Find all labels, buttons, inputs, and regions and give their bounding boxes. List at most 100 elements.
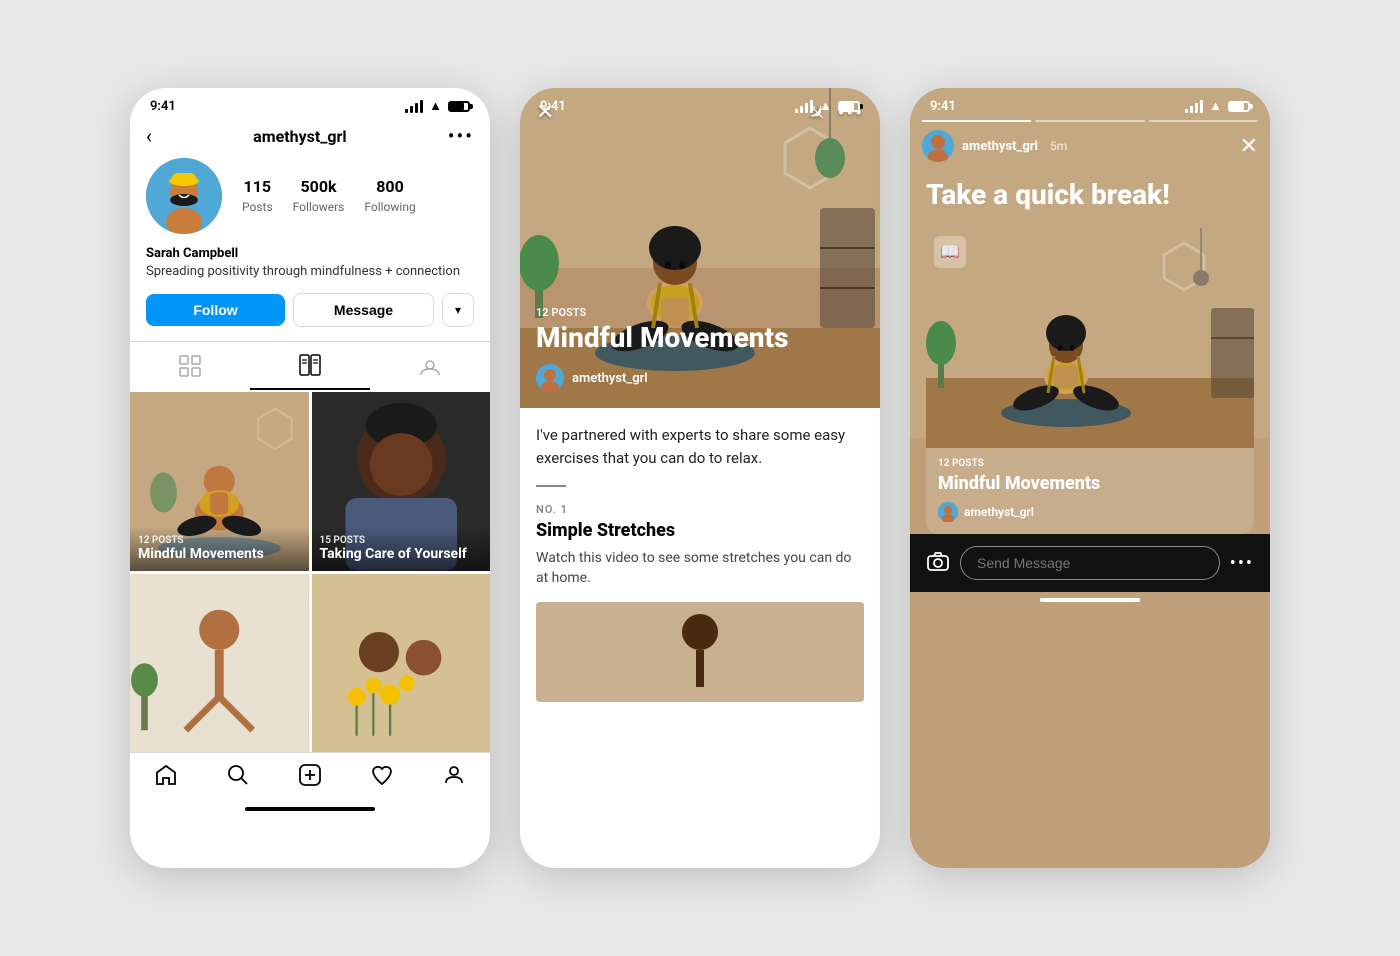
following-count: 800 (364, 177, 415, 196)
guide-hero-username: amethyst_grl (572, 371, 648, 386)
story-close-button[interactable]: ✕ (1240, 134, 1258, 159)
tab-tagged[interactable] (370, 342, 490, 390)
grid-item-4[interactable] (312, 574, 491, 753)
story-more-button[interactable]: ••• (1230, 553, 1254, 574)
phone-profile: 9:41 ▲ ‹ amethyst_grl ••• (130, 88, 490, 868)
story-card-avatar (938, 502, 958, 522)
camera-button[interactable] (926, 549, 950, 578)
action-buttons: Follow Message ▾ (130, 293, 490, 341)
profile-grid: 12 POSTS Mindful Movements (130, 392, 490, 752)
story-main: Take a quick break! (910, 178, 1270, 534)
status-bar-2: 9:41 ▲ (520, 88, 880, 120)
status-icons-1: ▲ (405, 98, 470, 114)
status-icons-2: ▲ (795, 98, 860, 114)
guide-hero-bg: 9:41 ▲ (520, 88, 880, 408)
back-button[interactable]: ‹ (146, 124, 152, 148)
stat-followers: 500k Followers (293, 177, 345, 215)
story-username: amethyst_grl (962, 139, 1038, 154)
following-label: Following (364, 200, 415, 214)
story-card-username: amethyst_grl (964, 505, 1034, 519)
stat-following: 800 Following (364, 177, 415, 215)
progress-bar-2 (1035, 120, 1144, 122)
guide-section-desc: Watch this video to see some stretches y… (536, 549, 864, 588)
story-card-image: 📖 (926, 228, 1254, 448)
time-2: 9:41 (540, 99, 566, 114)
wifi-icon: ▲ (429, 98, 442, 114)
profile-tabs (130, 341, 490, 390)
nav-add[interactable] (298, 763, 322, 793)
wifi-icon-2: ▲ (819, 98, 832, 114)
status-icons-3: ▲ (1185, 98, 1250, 114)
guide-hero-user: amethyst_grl (536, 364, 864, 392)
profile-username: amethyst_grl (253, 127, 346, 146)
battery-icon-2 (838, 101, 860, 112)
grid-item-1[interactable]: 12 POSTS Mindful Movements (130, 392, 309, 571)
time-3: 9:41 (930, 99, 956, 114)
guide-icon (299, 354, 321, 376)
tagged-icon (419, 355, 441, 377)
story-card-posts: 12 POSTS (938, 458, 1242, 469)
progress-bar-1 (922, 120, 1031, 122)
chevron-down-icon: ▾ (455, 303, 461, 317)
home-bar (245, 807, 375, 811)
guide-number: NO. 1 (536, 503, 864, 516)
followers-label: Followers (293, 200, 345, 214)
guide-posts-label: 12 POSTS (536, 306, 864, 319)
grid-item-3[interactable] (130, 574, 309, 753)
signal-icon (405, 100, 423, 113)
phones-container: 9:41 ▲ ‹ amethyst_grl ••• (130, 88, 1270, 868)
signal-icon-2 (795, 100, 813, 113)
status-bar-1: 9:41 ▲ (130, 88, 490, 120)
profile-header: ‹ amethyst_grl ••• (130, 120, 490, 158)
grid-overlay-1: 12 POSTS Mindful Movements (130, 527, 309, 571)
profile-info: 115 Posts 500k Followers 800 Following (130, 158, 490, 246)
grid-overlay-2: 15 POSTS Taking Care of Yourself (312, 527, 491, 571)
tab-grid[interactable] (130, 342, 250, 390)
guide-title: Mindful Movements (536, 323, 864, 354)
story-headline: Take a quick break! (926, 178, 1254, 212)
follow-button[interactable]: Follow (146, 294, 285, 326)
grid-posts-2: 15 POSTS (320, 535, 483, 546)
guide-thumbnail (536, 602, 864, 702)
posts-label: Posts (242, 200, 273, 214)
dropdown-button[interactable]: ▾ (442, 293, 474, 327)
guide-avatar (536, 364, 564, 392)
send-message-input[interactable] (960, 546, 1220, 580)
status-bar-3: 9:41 ▲ (910, 88, 1270, 120)
book-icon: 📖 (934, 236, 966, 268)
bio-name: Sarah Campbell (146, 246, 474, 261)
story-card[interactable]: 📖 12 POSTS Mindful Movements amethyst_gr… (926, 228, 1254, 535)
avatar (146, 158, 222, 234)
story-time: 5m (1050, 139, 1067, 153)
grid-title-1: Mindful Movements (138, 546, 301, 563)
story-content: 9:41 ▲ (910, 88, 1270, 608)
grid-item-2[interactable]: 15 POSTS Taking Care of Yourself (312, 392, 491, 571)
grid-title-2: Taking Care of Yourself (320, 546, 483, 563)
nav-heart[interactable] (370, 763, 394, 793)
nav-home[interactable] (154, 763, 178, 793)
battery-icon (448, 101, 470, 112)
more-menu-button[interactable]: ••• (448, 124, 474, 148)
story-header: amethyst_grl 5m ✕ (910, 130, 1270, 178)
nav-profile[interactable] (442, 763, 466, 793)
story-card-user: amethyst_grl (938, 502, 1242, 522)
guide-divider (536, 485, 566, 487)
story-card-info: 12 POSTS Mindful Movements amethyst_grl (926, 448, 1254, 535)
progress-bar-3 (1149, 120, 1258, 122)
bottom-nav (130, 752, 490, 799)
bio-text: Spreading positivity through mindfulness… (146, 263, 474, 281)
guide-section-title: Simple Stretches (536, 520, 864, 541)
profile-bio: Sarah Campbell Spreading positivity thro… (130, 246, 490, 293)
story-progress (910, 120, 1270, 130)
story-home-bar (1040, 598, 1140, 602)
story-user: amethyst_grl 5m (922, 130, 1067, 162)
phone-story: 9:41 ▲ (910, 88, 1270, 868)
stat-posts: 115 Posts (242, 177, 273, 215)
battery-icon-3 (1228, 101, 1250, 112)
nav-search[interactable] (226, 763, 250, 793)
message-button[interactable]: Message (293, 293, 434, 327)
hero-bottom: 12 POSTS Mindful Movements amethyst_grl (520, 294, 880, 408)
tab-guide[interactable] (250, 342, 370, 390)
story-avatar (922, 130, 954, 162)
stats-row: 115 Posts 500k Followers 800 Following (242, 177, 474, 215)
